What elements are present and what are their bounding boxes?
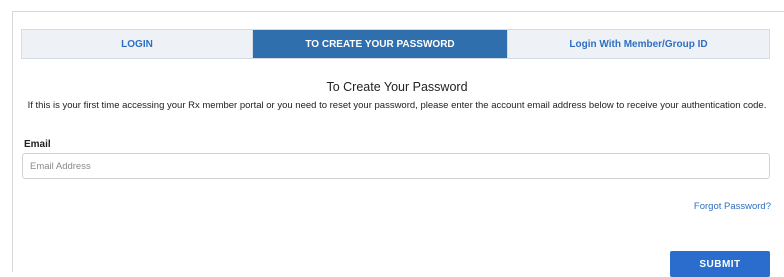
auth-tabs: LOGIN TO CREATE YOUR PASSWORD Login With… [21,29,770,59]
tab-member-group-login[interactable]: Login With Member/Group ID [508,30,769,58]
email-input[interactable] [22,153,770,179]
form-description: If this is your first time accessing you… [27,100,767,111]
tab-login[interactable]: LOGIN [22,30,253,58]
forgot-password-link[interactable]: Forgot Password? [694,201,771,212]
submit-button[interactable]: SUBMIT [670,251,770,277]
email-label: Email [24,139,51,150]
tab-create-password[interactable]: TO CREATE YOUR PASSWORD [253,30,508,58]
form-heading: To Create Your Password [326,80,468,94]
